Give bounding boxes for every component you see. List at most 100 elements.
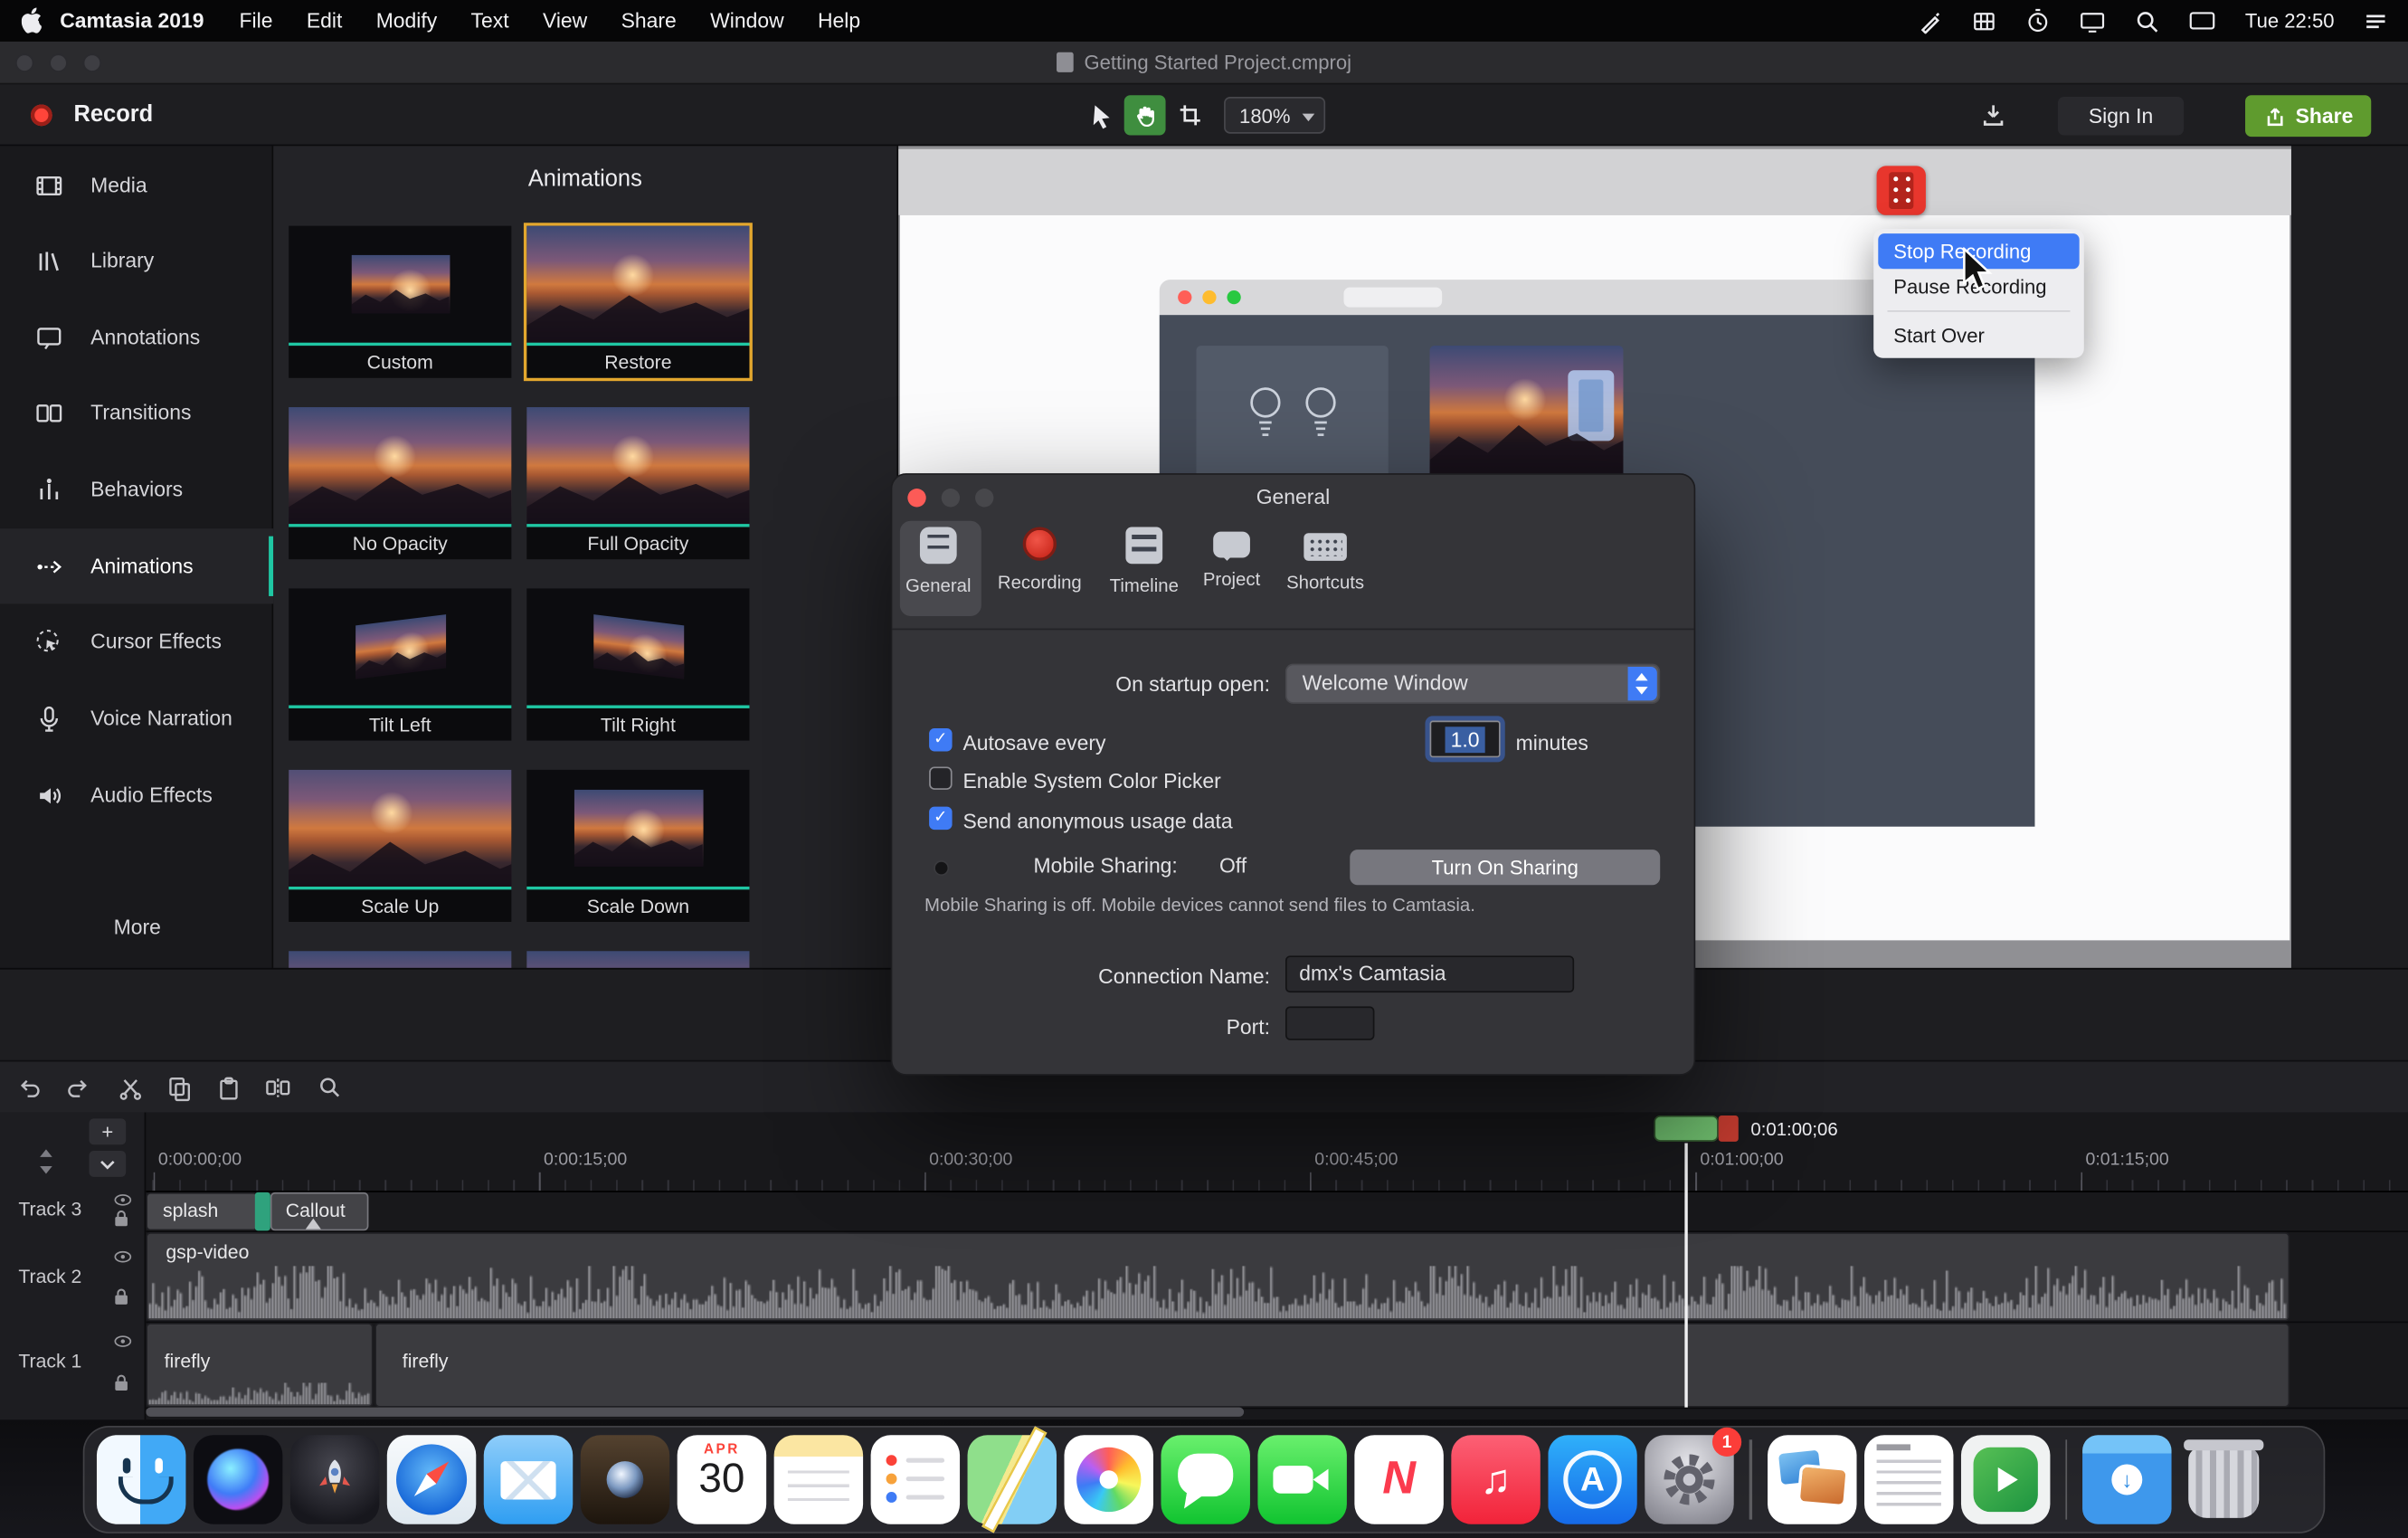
dock-messages[interactable] bbox=[1161, 1435, 1249, 1524]
dock-photo-booth[interactable] bbox=[581, 1435, 669, 1524]
track-height-icon[interactable] bbox=[37, 1149, 55, 1173]
connection-name-field[interactable]: dmx's Camtasia bbox=[1285, 955, 1574, 992]
sidebar-more-button[interactable]: More bbox=[114, 916, 161, 938]
track-lock-icon[interactable] bbox=[114, 1373, 129, 1391]
tab-timeline[interactable]: Timeline bbox=[1101, 527, 1187, 596]
dock-notes[interactable] bbox=[774, 1435, 863, 1524]
sidebar-item-animations[interactable]: Animations bbox=[0, 528, 273, 603]
animation-tile-scale-down[interactable]: Scale Down bbox=[526, 770, 749, 922]
dock-finder[interactable] bbox=[97, 1435, 185, 1524]
timeline-clip-firefly-2[interactable]: firefly bbox=[374, 1323, 2289, 1407]
dock-safari[interactable] bbox=[387, 1435, 476, 1524]
dock-mail[interactable] bbox=[484, 1435, 573, 1524]
dock-preview[interactable] bbox=[1767, 1435, 1855, 1524]
playhead-line[interactable] bbox=[1684, 1144, 1687, 1408]
dock-maps[interactable] bbox=[968, 1435, 1057, 1524]
animation-tile-partial[interactable] bbox=[289, 951, 511, 968]
notification-center-icon[interactable] bbox=[2364, 10, 2388, 32]
export-download-icon[interactable] bbox=[1972, 95, 2014, 135]
turn-on-sharing-button[interactable]: Turn On Sharing bbox=[1350, 850, 1660, 885]
timeline-clip-gsp-video[interactable]: gsp-video bbox=[146, 1232, 2289, 1322]
dock-camtasia[interactable] bbox=[1960, 1435, 2049, 1524]
undo-button[interactable] bbox=[15, 1074, 43, 1102]
sign-in-button[interactable]: Sign In bbox=[2058, 97, 2184, 135]
sidebar-item-audio-effects[interactable]: Audio Effects bbox=[0, 757, 273, 832]
track-visibility-icon[interactable] bbox=[114, 1194, 132, 1207]
dock-calendar[interactable]: APR30 bbox=[678, 1435, 766, 1524]
dock-trash[interactable] bbox=[2179, 1435, 2268, 1524]
timeline-clip-splash[interactable]: splash bbox=[146, 1192, 258, 1230]
add-track-button[interactable] bbox=[89, 1118, 126, 1144]
timer-icon[interactable] bbox=[2025, 7, 2050, 33]
sidebar-item-voice-narration[interactable]: Voice Narration bbox=[0, 680, 273, 755]
clip-transition-handle[interactable] bbox=[255, 1192, 270, 1230]
track-visibility-icon[interactable] bbox=[114, 1335, 132, 1348]
menu-view[interactable]: View bbox=[543, 9, 587, 32]
record-button-label[interactable]: Record bbox=[73, 101, 153, 128]
tab-general[interactable]: General bbox=[896, 527, 981, 596]
sidebar-item-library[interactable]: Library bbox=[0, 223, 273, 298]
menu-item-start-over[interactable]: Start Over bbox=[1878, 318, 2079, 354]
sidebar-item-media[interactable]: Media bbox=[0, 147, 273, 223]
startup-open-select[interactable]: Welcome Window bbox=[1285, 664, 1660, 704]
scrollbar-thumb[interactable] bbox=[146, 1408, 1244, 1417]
menu-app-name[interactable]: Camtasia 2019 bbox=[60, 9, 204, 32]
animation-tile-partial[interactable] bbox=[526, 951, 749, 968]
dock-photos[interactable] bbox=[1065, 1435, 1153, 1524]
sidebar-item-behaviors[interactable]: Behaviors bbox=[0, 451, 273, 527]
copy-button[interactable] bbox=[166, 1074, 194, 1102]
collapse-tracks-button[interactable] bbox=[89, 1151, 126, 1177]
animation-tile-scale-up[interactable]: Scale Up bbox=[289, 770, 511, 922]
crop-tool-button[interactable] bbox=[1169, 95, 1210, 135]
menu-help[interactable]: Help bbox=[818, 9, 860, 32]
dock-music[interactable]: ♫ bbox=[1451, 1435, 1540, 1524]
sidebar-item-cursor-effects[interactable]: Cursor Effects bbox=[0, 603, 273, 679]
display-icon[interactable] bbox=[2080, 8, 2106, 33]
hand-tool-button[interactable] bbox=[1124, 95, 1166, 135]
keyframe-marker-icon[interactable] bbox=[306, 1219, 321, 1229]
animation-tile-custom[interactable]: Custom bbox=[289, 226, 511, 378]
track-visibility-icon[interactable] bbox=[114, 1250, 132, 1263]
tab-shortcuts[interactable]: Shortcuts bbox=[1283, 527, 1369, 593]
menu-bar-clock[interactable]: Tue 22:50 bbox=[2245, 9, 2335, 32]
spotlight-search-icon[interactable] bbox=[2135, 8, 2159, 33]
redo-button[interactable] bbox=[64, 1074, 92, 1102]
dock-news[interactable]: N bbox=[1354, 1435, 1443, 1524]
dock-reminders[interactable] bbox=[871, 1435, 960, 1524]
recorder-indicator-icon[interactable] bbox=[1877, 166, 1926, 214]
menu-modify[interactable]: Modify bbox=[376, 9, 438, 32]
animation-tile-no-opacity[interactable]: No Opacity bbox=[289, 407, 511, 559]
dock-textedit[interactable] bbox=[1863, 1435, 1952, 1524]
window-close-button[interactable] bbox=[15, 53, 33, 71]
menu-file[interactable]: File bbox=[240, 9, 273, 32]
share-button[interactable]: Share bbox=[2245, 95, 2371, 137]
arrow-tool-button[interactable] bbox=[1079, 95, 1121, 135]
window-minimize-button[interactable] bbox=[49, 53, 67, 71]
timeline-clip-firefly-1[interactable]: firefly bbox=[146, 1323, 373, 1407]
timeline-horizontal-scrollbar[interactable] bbox=[146, 1408, 2408, 1417]
tab-recording[interactable]: Recording bbox=[997, 527, 1083, 593]
menu-window[interactable]: Window bbox=[710, 9, 784, 32]
dock-launchpad[interactable] bbox=[290, 1435, 379, 1524]
paste-button[interactable] bbox=[215, 1074, 243, 1102]
dock-app-store[interactable]: A bbox=[1548, 1435, 1636, 1524]
sidebar-item-annotations[interactable]: Annotations bbox=[0, 299, 273, 375]
autosave-minutes-field[interactable]: 1.0 bbox=[1430, 721, 1501, 758]
animation-tile-tilt-right[interactable]: Tilt Right bbox=[526, 588, 749, 740]
sidebar-item-transitions[interactable]: Transitions bbox=[0, 375, 273, 450]
dock-siri[interactable] bbox=[194, 1435, 282, 1524]
animation-tile-tilt-left[interactable]: Tilt Left bbox=[289, 588, 511, 740]
animation-tile-full-opacity[interactable]: Full Opacity bbox=[526, 407, 749, 559]
track-lock-icon[interactable] bbox=[114, 1287, 129, 1305]
autosave-checkbox[interactable] bbox=[929, 728, 952, 751]
monitor-icon[interactable] bbox=[2188, 9, 2216, 32]
port-field[interactable] bbox=[1285, 1006, 1374, 1040]
grid-icon[interactable] bbox=[1972, 8, 1996, 33]
menu-edit[interactable]: Edit bbox=[307, 9, 342, 32]
timeline-ruler[interactable]: 0:00:00;00 0:00:15;00 0:00:30;00 0:00:45… bbox=[146, 1144, 2408, 1192]
dock-facetime[interactable] bbox=[1257, 1435, 1346, 1524]
zoom-level-select[interactable]: 180% bbox=[1224, 97, 1325, 134]
tab-project[interactable]: Project bbox=[1189, 527, 1275, 591]
dock-downloads-folder[interactable] bbox=[2082, 1435, 2171, 1524]
menu-share[interactable]: Share bbox=[621, 9, 677, 32]
